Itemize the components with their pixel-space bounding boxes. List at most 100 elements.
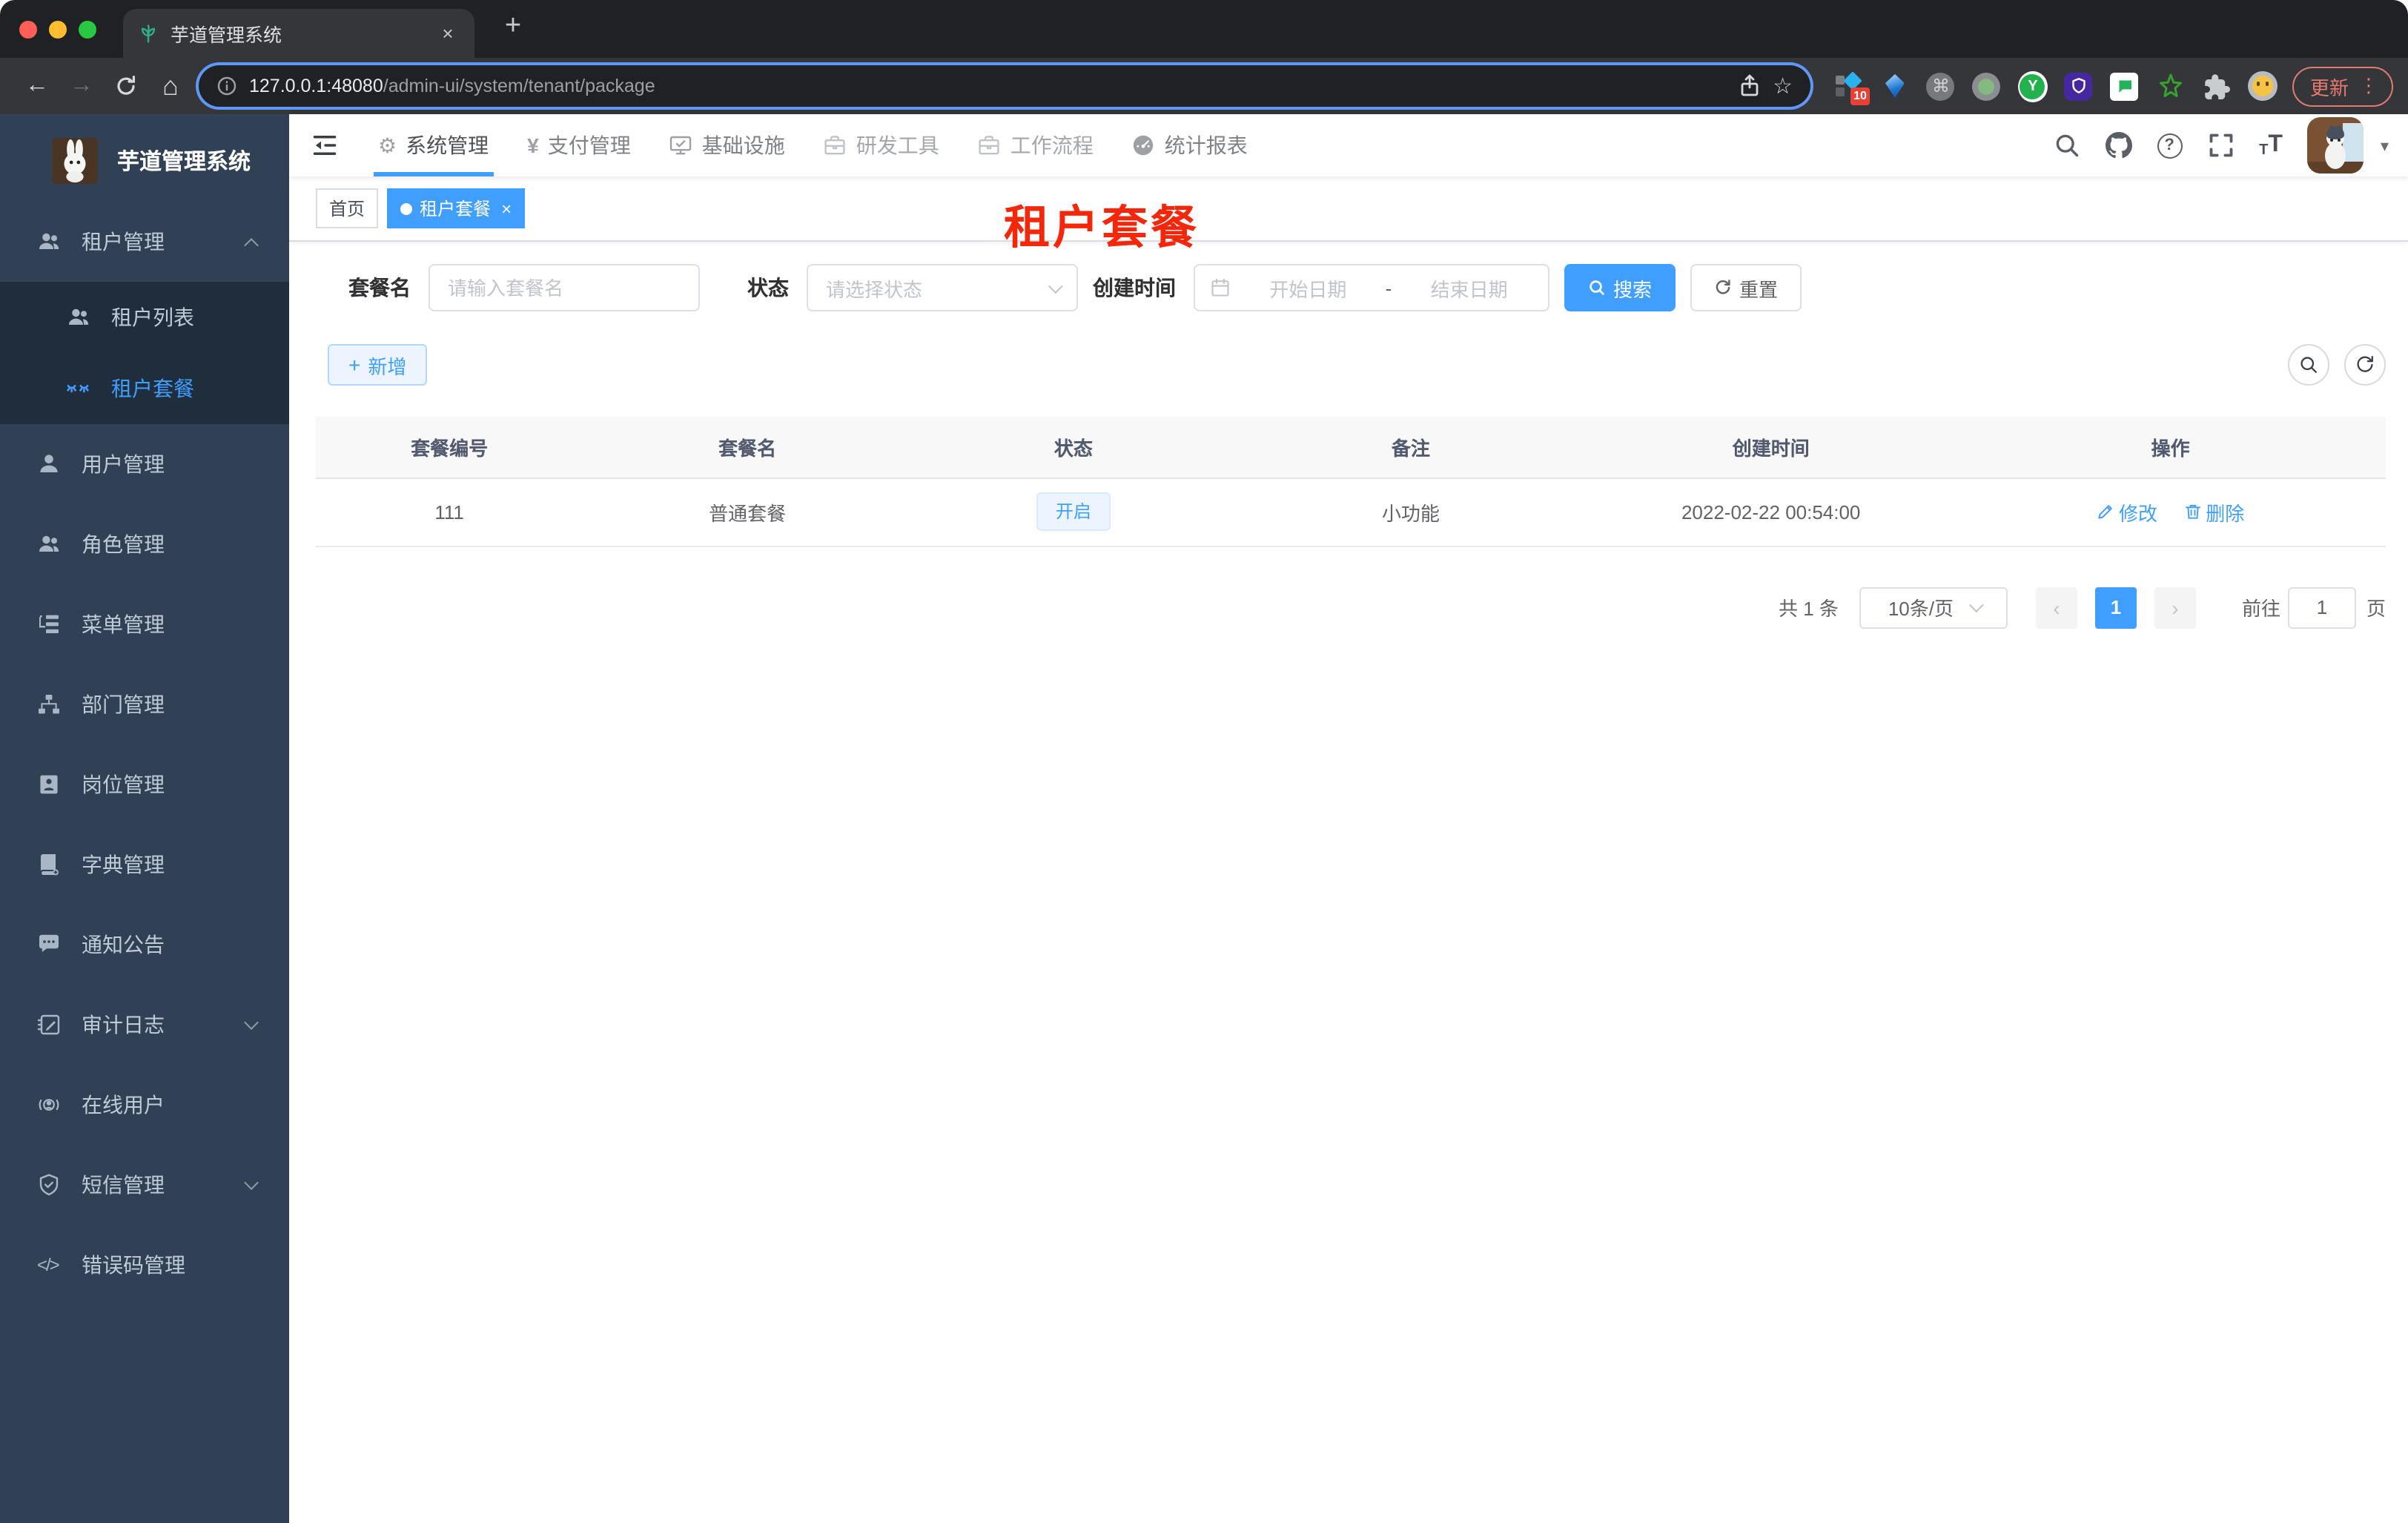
sidebar-item-tenant-management[interactable]: 租户管理 bbox=[0, 202, 289, 282]
bookmark-star-icon[interactable]: ☆ bbox=[1773, 73, 1793, 99]
current-page-button[interactable]: 1 bbox=[2094, 587, 2137, 628]
pagination: 共 1 条 10条/页 ‹ 1 › 前往 页 bbox=[316, 587, 2386, 628]
browser-menu-kebab-icon[interactable]: ⋮ bbox=[2359, 74, 2378, 98]
tag-close-icon[interactable]: × bbox=[501, 198, 512, 219]
start-date-placeholder[interactable]: 开始日期 bbox=[1244, 274, 1372, 302]
refresh-table-button[interactable] bbox=[2344, 344, 2386, 386]
window-zoom-button[interactable] bbox=[79, 20, 96, 38]
sidebar-item-online-users[interactable]: 在线用户 bbox=[0, 1065, 289, 1145]
sidebar-item-user-management[interactable]: 用户管理 bbox=[0, 424, 289, 504]
top-menu-label: 统计报表 bbox=[1164, 133, 1248, 157]
reset-button[interactable]: 重置 bbox=[1690, 264, 1802, 311]
reload-button[interactable] bbox=[104, 65, 148, 107]
sidebar-menu: 租户管理 租户列表 租户套餐 用户管理 角色管理 菜单管理 部门管理 岗位管理 … bbox=[0, 202, 289, 1305]
address-bar[interactable]: 127.0.0.1:48080/admin-ui/system/tenant/p… bbox=[199, 65, 1810, 107]
date-range-picker[interactable]: 开始日期 - 结束日期 bbox=[1194, 264, 1549, 311]
active-tag-dot bbox=[400, 202, 413, 214]
sidebar-item-label: 菜单管理 bbox=[82, 612, 165, 636]
extension-y-icon[interactable]: Y bbox=[2017, 70, 2048, 102]
browser-tab[interactable]: 芋道管理系统 × bbox=[123, 9, 474, 58]
sidebar-item-audit-log[interactable]: 审计日志 bbox=[0, 985, 289, 1065]
extension-kite-icon[interactable] bbox=[1880, 71, 1910, 101]
window-minimize-button[interactable] bbox=[49, 20, 67, 38]
table-header-row: 套餐编号 套餐名 状态 备注 创建时间 操作 bbox=[316, 417, 2386, 478]
sidebar-item-notice[interactable]: 通知公告 bbox=[0, 905, 289, 985]
site-info-icon[interactable] bbox=[216, 76, 237, 96]
tab-close-icon[interactable]: × bbox=[436, 22, 460, 44]
prev-page-button[interactable]: ‹ bbox=[2035, 587, 2077, 628]
next-page-button[interactable]: › bbox=[2154, 587, 2196, 628]
sidebar-item-tenant-package[interactable]: 租户套餐 bbox=[0, 353, 289, 424]
search-icon[interactable] bbox=[2053, 132, 2080, 159]
top-menu-workflow[interactable]: 工作流程 bbox=[959, 114, 1113, 176]
tags-view-bar: 首页 租户套餐 × bbox=[289, 176, 2408, 242]
gear-icon: ⚙ bbox=[378, 133, 397, 157]
sidebar-item-menu-management[interactable]: 菜单管理 bbox=[0, 584, 289, 664]
main-area: 租户套餐 ⚙ 系统管理 ¥ 支付管理 基础设施 研发工具 工作流程 统计报表 ?… bbox=[289, 114, 2408, 1523]
top-menu-label: 基础设施 bbox=[701, 133, 785, 157]
sidebar-item-sms-management[interactable]: 短信管理 bbox=[0, 1145, 289, 1225]
pagination-total: 共 1 条 bbox=[1779, 598, 1839, 620]
sidebar-item-post-management[interactable]: 岗位管理 bbox=[0, 744, 289, 825]
browser-update-button[interactable]: 更新 ⋮ bbox=[2292, 66, 2393, 106]
toggle-search-button[interactable] bbox=[2288, 344, 2329, 386]
col-header-status: 状态 bbox=[912, 417, 1235, 478]
top-menu-system[interactable]: ⚙ 系统管理 bbox=[359, 114, 508, 176]
back-button[interactable]: ← bbox=[15, 65, 59, 107]
tag-tenant-package[interactable]: 租户套餐 × bbox=[387, 188, 526, 228]
package-name-input[interactable] bbox=[429, 264, 700, 311]
page-size-select[interactable]: 10条/页 bbox=[1859, 587, 2008, 628]
search-button[interactable]: 搜索 bbox=[1564, 264, 1676, 311]
sidebar-logo[interactable]: 芋道管理系统 bbox=[0, 114, 289, 191]
extensions-puzzle-icon[interactable] bbox=[2202, 71, 2232, 101]
sidebar: 芋道管理系统 租户管理 租户列表 租户套餐 用户管理 角色管理 菜单管理 部门管… bbox=[0, 114, 289, 1523]
goto-page-input[interactable] bbox=[2287, 587, 2356, 628]
caret-down-icon[interactable]: ▾ bbox=[2381, 136, 2389, 155]
extension-recorder-icon[interactable] bbox=[1972, 71, 2002, 101]
top-menu-pay[interactable]: ¥ 支付管理 bbox=[508, 114, 650, 176]
peoples-icon bbox=[37, 230, 61, 254]
github-icon[interactable] bbox=[2105, 132, 2132, 159]
navbar-right: ? TT ▾ bbox=[2053, 117, 2408, 174]
share-icon[interactable] bbox=[1737, 74, 1761, 98]
range-separator: - bbox=[1385, 277, 1392, 299]
extension-star-icon[interactable] bbox=[2156, 71, 2186, 101]
url-text[interactable]: 127.0.0.1:48080/admin-ui/system/tenant/p… bbox=[249, 76, 1725, 96]
extension-tasks-icon[interactable]: 10 bbox=[1834, 71, 1870, 105]
forward-button[interactable]: → bbox=[59, 65, 104, 107]
table-row: 111 普通套餐 开启 小功能 2022-02-22 00:54:00 修改 删… bbox=[316, 478, 2386, 546]
add-button[interactable]: + 新增 bbox=[328, 344, 428, 386]
home-button[interactable]: ⌂ bbox=[148, 65, 193, 107]
help-icon[interactable]: ? bbox=[2157, 133, 2183, 158]
page-unit-label: 页 bbox=[2366, 598, 2386, 620]
extension-chat-icon[interactable] bbox=[2110, 71, 2140, 101]
avatar[interactable] bbox=[2307, 117, 2364, 174]
tag-home[interactable]: 首页 bbox=[316, 188, 379, 228]
delete-link[interactable]: 删除 bbox=[2183, 498, 2244, 526]
sidebar-item-label: 租户套餐 bbox=[111, 377, 194, 400]
sidebar-item-dept-management[interactable]: 部门管理 bbox=[0, 664, 289, 744]
package-name-input-field[interactable] bbox=[448, 277, 681, 299]
sidebar-item-error-code[interactable]: </> 错误码管理 bbox=[0, 1225, 289, 1305]
top-menu-devtools[interactable]: 研发工具 bbox=[804, 114, 959, 176]
sidebar-item-dict-management[interactable]: 字典管理 bbox=[0, 825, 289, 905]
col-header-package-name: 套餐名 bbox=[583, 417, 913, 478]
sidebar-item-label: 岗位管理 bbox=[82, 773, 165, 796]
new-tab-button[interactable]: + bbox=[492, 6, 534, 47]
edit-link[interactable]: 修改 bbox=[2097, 498, 2157, 526]
extension-command-icon[interactable]: ⌘ bbox=[1926, 71, 1956, 101]
profile-avatar-icon[interactable] bbox=[2247, 71, 2278, 101]
fullscreen-icon[interactable] bbox=[2207, 132, 2234, 159]
sidebar-item-label: 短信管理 bbox=[82, 1173, 165, 1197]
top-menu-report[interactable]: 统计报表 bbox=[1113, 114, 1267, 176]
sidebar-item-tenant-list[interactable]: 租户列表 bbox=[0, 282, 289, 353]
sidebar-collapse-button[interactable] bbox=[289, 114, 359, 176]
top-menu-infra[interactable]: 基础设施 bbox=[650, 114, 804, 176]
font-size-icon[interactable]: TT bbox=[2259, 132, 2283, 159]
extension-shield-icon[interactable] bbox=[2064, 71, 2094, 101]
table-tools bbox=[2288, 344, 2386, 386]
window-close-button[interactable] bbox=[19, 20, 37, 38]
status-select[interactable]: 请选择状态 bbox=[807, 264, 1078, 311]
sidebar-item-role-management[interactable]: 角色管理 bbox=[0, 504, 289, 584]
end-date-placeholder[interactable]: 结束日期 bbox=[1405, 274, 1533, 302]
